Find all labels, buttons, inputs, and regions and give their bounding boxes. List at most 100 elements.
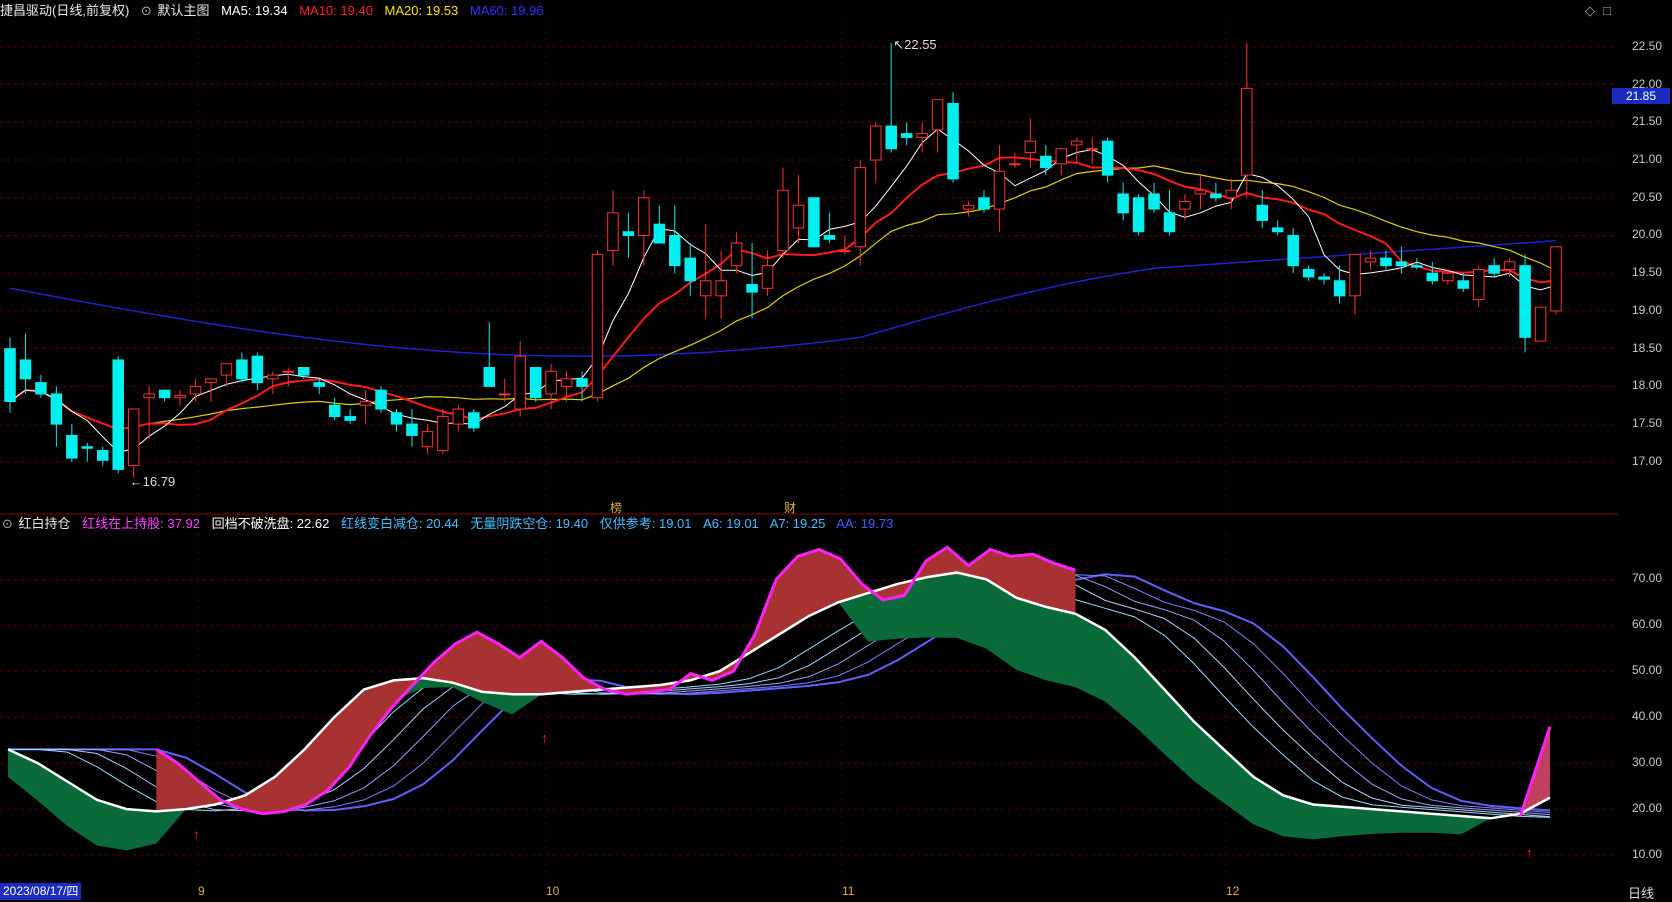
indicator-name[interactable]: 红白持仓 [19,516,71,531]
price-tick-label: 19.00 [1632,302,1663,317]
candle-down [1210,193,1222,199]
candle-down [1457,280,1469,289]
main-chart-header: 捷昌驱动(日线,前复权) ⊙ 默认主图 MA5: 19.34 MA10: 19.… [0,1,552,21]
up-arrow-signal-icon: ↑ [541,730,548,746]
candle-down [1395,261,1408,267]
candle-down [746,284,758,293]
candle-up [1179,201,1191,210]
candle-up [1055,148,1068,165]
empty-value: 无量阴跌空仓: 19.40 [470,516,589,531]
high-pointer: ↖ [893,37,905,53]
candle-down [1256,204,1269,221]
candle-down [66,434,78,459]
template-name[interactable]: 默认主图 [157,3,209,18]
candle-down [251,355,264,384]
candle-down [328,404,341,418]
candle-down [406,423,418,436]
candle-up [1225,189,1238,199]
stock-title[interactable]: 捷昌驱动(日线,前复权) [0,3,129,18]
diamond-icon[interactable]: ◇ [1585,3,1595,19]
indicator-tick-label: 10.00 [1632,847,1663,862]
ma5-value: MA5: 19.34 [221,3,288,18]
price-tick-label: 21.00 [1632,152,1663,167]
candle-down [1380,257,1392,267]
indicator-tick-label: 60.00 [1632,617,1663,632]
candle-down [1411,265,1423,268]
price-tick-label: 21.50 [1632,114,1663,129]
candle-down [1148,193,1160,210]
indicator-tick-label: 30.00 [1632,755,1663,770]
main-price-axis: 22.50 22.00 21.50 21.00 20.50 20.00 19.50 19.00… [1618,0,1672,515]
hold-value: 红线在上持股: 37.92 [82,516,200,531]
indicator-tick-label: 40.00 [1632,709,1663,724]
maximize-icon[interactable]: □ [1603,3,1611,18]
candlestick-chart[interactable] [0,20,1618,515]
month-label-12: 12 [1226,884,1240,898]
candle-down [947,102,959,180]
candle-up [854,167,867,248]
price-tick-label: 20.00 [1632,227,1663,242]
candle-up [282,370,295,373]
candle-up [1472,268,1485,301]
candle-down [669,234,681,267]
candle-down [684,257,696,282]
candle-down [297,367,310,376]
candle-up [452,408,465,425]
candle-down [19,359,32,380]
candle-up [870,125,882,161]
candle-down [483,367,496,387]
indicator-tick-label: 50.00 [1632,663,1663,678]
candle-down [653,223,666,244]
up-arrow-signal-icon: ↑ [193,826,200,842]
settings-circle-icon[interactable]: ⊙ [2,516,13,531]
candle-down [97,450,109,461]
candle-up [591,253,604,399]
period-button[interactable]: 日线 [1628,883,1654,902]
candle-down [81,446,94,449]
settings-circle-icon[interactable]: ⊙ [141,3,152,18]
candle-down [1117,193,1129,214]
candle-down [390,412,403,425]
candle-down [1302,268,1315,278]
candle-up [1534,306,1547,342]
price-tick-label: 17.50 [1632,416,1663,431]
candle-down [1287,234,1299,267]
candle-up [127,408,140,467]
candle-up [638,197,650,236]
candle-down [112,359,124,470]
candle-down [35,382,47,395]
candle-down [529,367,542,399]
a6-value: A6: 19.01 [703,516,759,531]
candle-down [1271,227,1284,233]
month-label-11: 11 [842,884,855,898]
candle-down [900,133,913,138]
price-tick-label: 17.00 [1632,453,1663,468]
candle-down [808,197,820,248]
candle-up [777,189,789,252]
candle-down [1132,197,1145,233]
candle-down [1318,276,1330,280]
candle-down [885,125,897,150]
candle-up [993,170,1006,210]
candle-up [437,416,449,452]
candle-up [359,400,372,406]
month-label-9: 9 [198,884,205,898]
a7-value: A7: 19.25 [769,516,826,531]
candle-down [1426,272,1439,282]
pullback-value: 回档不破洗盘: 22.62 [211,516,330,531]
candle-up [1070,140,1083,146]
candle-up [514,355,526,410]
reduce-value: 红线变白减仓: 20.44 [340,516,459,531]
candle-down [236,359,248,380]
indicator-chart[interactable]: ↑ ↑ ↑ [0,534,1618,882]
candle-down [313,382,325,387]
candle-up [792,204,805,229]
indicator-tick-label: 70.00 [1632,571,1663,586]
price-tick-label: 20.50 [1632,189,1663,204]
high-price-label: ↖22.55 [893,37,936,53]
high-value: 22.55 [904,37,937,53]
candle-up [916,133,928,138]
candle-down [823,234,836,240]
ma20-value: MA20: 19.53 [384,3,459,18]
candle-up [560,378,573,387]
